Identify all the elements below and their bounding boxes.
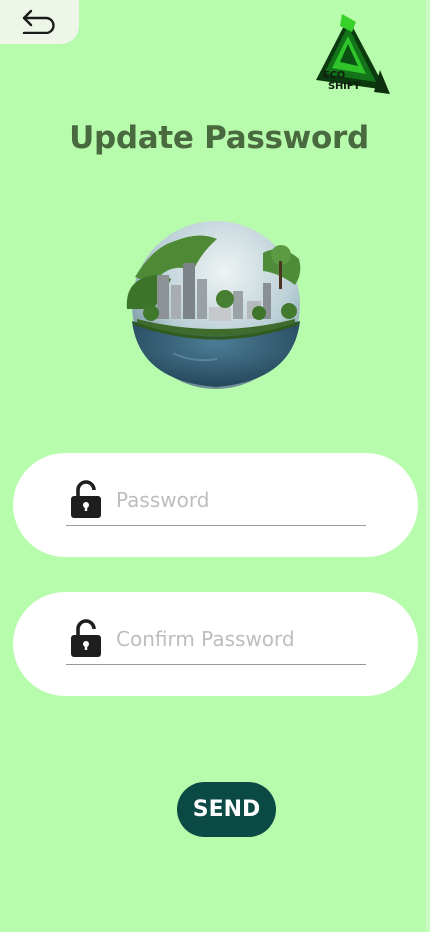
page-title: Update Password bbox=[69, 120, 369, 156]
password-card bbox=[13, 453, 418, 557]
lock-icon bbox=[71, 480, 101, 518]
lock-icon bbox=[71, 619, 101, 657]
logo-text-line2: SHIFT bbox=[328, 81, 360, 92]
send-button[interactable]: SEND bbox=[177, 782, 276, 837]
logo-text-line1: ECO bbox=[323, 70, 346, 81]
earth-city-illustration bbox=[113, 213, 318, 393]
password-input[interactable] bbox=[116, 485, 361, 515]
back-button[interactable] bbox=[0, 0, 79, 44]
logo-text: ECO SHIFT bbox=[323, 70, 360, 92]
confirm-password-field-row bbox=[66, 618, 366, 665]
back-arrow-icon bbox=[22, 9, 55, 34]
confirm-password-input[interactable] bbox=[116, 624, 361, 654]
eco-shift-logo: ECO SHIFT bbox=[312, 10, 392, 100]
confirm-password-card bbox=[13, 592, 418, 696]
password-field-row bbox=[66, 479, 366, 526]
